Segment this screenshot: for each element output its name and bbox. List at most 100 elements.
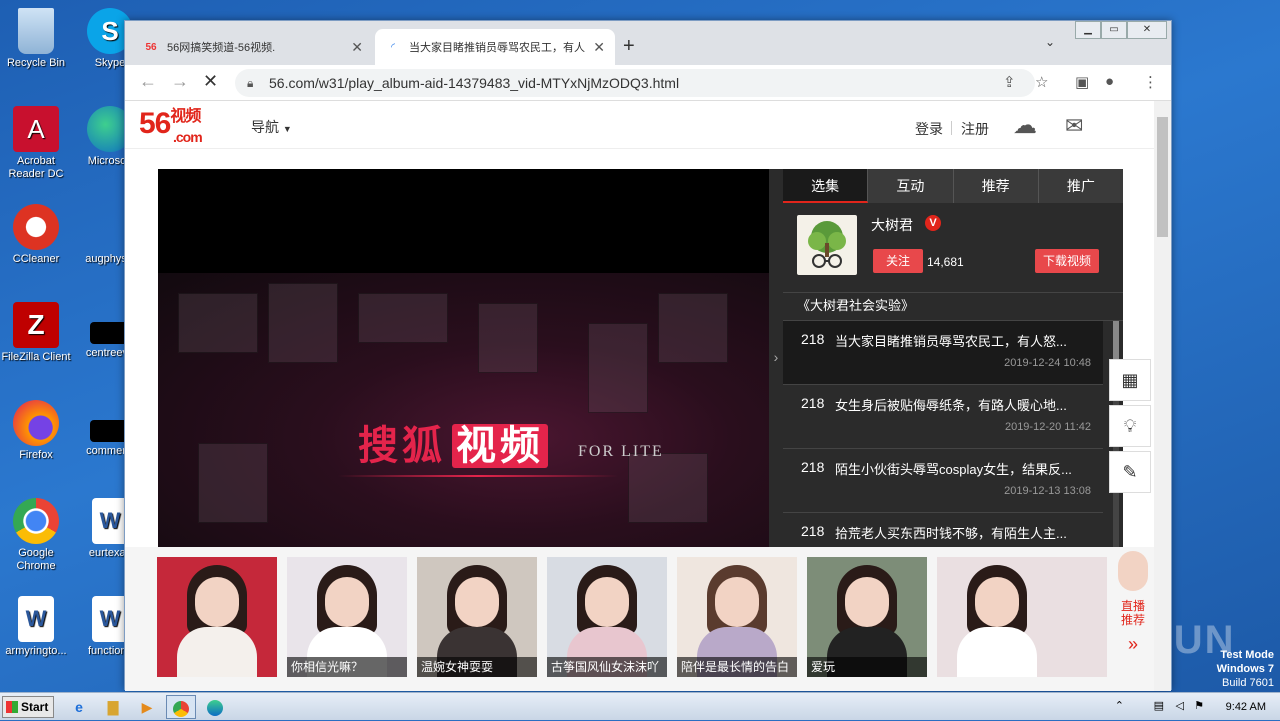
scrollbar-thumb[interactable]	[1157, 117, 1168, 237]
ie-taskbar-icon[interactable]: e	[64, 695, 94, 719]
episode-item[interactable]: 218 陌生小伙街头辱骂cosplay女生，结果反... 2019-12-13 …	[783, 449, 1103, 513]
feedback-idea-button[interactable]: 💡︎	[1109, 405, 1151, 447]
network-icon[interactable]: ▤	[1154, 699, 1164, 712]
tab-search-chevron-icon[interactable]: ⌄	[1045, 35, 1055, 49]
chrome-taskbar-icon[interactable]	[166, 695, 196, 719]
player-frame: 搜狐 视频 FOR LITE	[158, 273, 769, 547]
back-button[interactable]: ←	[139, 71, 157, 92]
episode-item[interactable]: 218 拾荒老人买东西时钱不够，有陌生人主...	[783, 513, 1103, 547]
more-arrow-icon: »	[1127, 634, 1138, 654]
56-favicon-icon: 56	[145, 41, 157, 53]
address-bar[interactable]: 🔒︎ 56.com/w31/play_album-aid-14379483_vi…	[235, 69, 1035, 97]
poster-tile	[658, 293, 728, 363]
close-tab-icon[interactable]: ✕	[593, 39, 605, 56]
profile-icon[interactable]: ●	[1105, 73, 1114, 90]
page-content: 56视频 .com 导航 ▼ 登录 注册 ☁ ✉ 搜狐视频 FOR LITE	[125, 101, 1155, 691]
avatar[interactable]	[797, 215, 857, 275]
tab-56-funny[interactable]: 56 56网搞笑频道-56视频. ✕	[133, 29, 373, 65]
logo-com-text: .com	[173, 129, 203, 145]
thumbnail-card[interactable]	[937, 557, 1107, 677]
desktop-icon-firefox[interactable]: Firefox	[0, 400, 72, 462]
thumbnail-card[interactable]: 温婉女神耍耍	[417, 557, 537, 677]
site-logo[interactable]: 56视频 .com	[139, 107, 203, 145]
download-video-button[interactable]: 下载视频	[1035, 249, 1099, 273]
tab-interact[interactable]: 互动	[868, 169, 954, 203]
chevron-right-icon: ›	[773, 349, 779, 365]
collapse-panel-button[interactable]: ›	[769, 169, 783, 547]
tab-episodes[interactable]: 选集	[783, 169, 869, 203]
register-link[interactable]: 注册	[961, 119, 989, 139]
upload-cloud-icon[interactable]: ☁	[1013, 111, 1037, 140]
episode-panel: 选集 互动 推荐 推广 大树君 V 关注 14,681 下载视频 《大树君社会实…	[783, 169, 1123, 547]
thumbnail-card[interactable]: 古筝国风仙女沫沫吖	[547, 557, 667, 677]
test-mode-notice: Test Mode Windows 7 Build 7601	[1216, 649, 1274, 689]
desktop-icon-recycle-bin[interactable]: Recycle Bin	[0, 8, 72, 70]
thumbnail-card[interactable]: 陪伴是最长情的告白	[677, 557, 797, 677]
menu-icon[interactable]: ⋮	[1143, 73, 1158, 91]
poster-tile	[268, 283, 338, 363]
nav-dropdown[interactable]: 导航 ▼	[251, 117, 292, 137]
start-button[interactable]: Start	[2, 696, 54, 718]
tab-current-video[interactable]: ◜ 当大家目睹推销员辱骂农民工，有人 ✕	[375, 29, 615, 65]
tree-glasses-logo	[808, 221, 846, 268]
verified-badge-icon: V	[925, 215, 941, 231]
maximize-button[interactable]: ▭	[1101, 21, 1127, 39]
thumbnail-card[interactable]: 你相信光嘛？	[287, 557, 407, 677]
edit-report-button[interactable]: ✎	[1109, 451, 1151, 493]
login-link[interactable]: 登录	[915, 119, 943, 139]
stop-loading-button[interactable]: ✕	[203, 71, 218, 92]
video-player[interactable]: 搜狐 视频 FOR LITE	[158, 169, 769, 547]
thumbnail-card[interactable]	[157, 557, 277, 677]
tab-recommend[interactable]: 推荐	[954, 169, 1039, 203]
minimize-button[interactable]: ▁	[1075, 21, 1101, 39]
close-tab-icon[interactable]: ✕	[351, 39, 363, 56]
brand-underline	[338, 475, 618, 477]
edge-taskbar-icon[interactable]	[200, 695, 230, 719]
windows-flag-icon	[6, 701, 18, 713]
explorer-taskbar-icon[interactable]: ▇	[98, 695, 128, 719]
qr-code-icon: ▦	[1121, 370, 1139, 390]
episode-item[interactable]: 218 女生身后被贴侮辱纸条，有路人暖心地... 2019-12-20 11:4…	[783, 385, 1103, 449]
thumbnail-card[interactable]: 爱玩	[807, 557, 927, 677]
album-title[interactable]: 《大树君社会实验》	[783, 293, 1123, 321]
desktop-icon-ccleaner[interactable]: CCleaner	[0, 204, 72, 266]
live-recommend-ad[interactable]: 直播 推荐 »	[1113, 551, 1153, 671]
close-window-button[interactable]: ✕	[1127, 21, 1167, 39]
overlay-text: FOR LITE	[578, 443, 664, 460]
desktop-icon-chrome[interactable]: Google Chrome	[0, 498, 72, 573]
side-panel-icon[interactable]: ▣	[1075, 73, 1089, 91]
filezilla-icon: Z	[13, 302, 59, 348]
tab-title: 当大家目睹推销员辱骂农民工，有人	[409, 42, 585, 54]
page-scrollbar[interactable]	[1154, 101, 1171, 691]
edit-icon: ✎	[1122, 462, 1138, 482]
share-icon[interactable]: ⇪	[1003, 73, 1016, 91]
media-player-taskbar-icon[interactable]: ▶	[132, 695, 162, 719]
qr-code-button[interactable]: ▦	[1109, 359, 1151, 401]
desktop-icon-filezilla[interactable]: Z FileZilla Client	[0, 302, 72, 364]
new-tab-button[interactable]: +	[623, 35, 635, 58]
poster-tile	[588, 323, 648, 413]
firefox-icon	[13, 400, 59, 446]
clock[interactable]: 9:42 AM	[1226, 701, 1266, 713]
volume-icon[interactable]: ◁	[1176, 699, 1184, 712]
bookmark-star-icon[interactable]: ☆	[1035, 73, 1048, 91]
ccleaner-icon	[13, 204, 59, 250]
forward-button[interactable]: →	[171, 71, 189, 92]
poster-tile	[628, 453, 708, 523]
action-center-flag-icon[interactable]: ⚑	[1194, 699, 1204, 712]
mail-icon[interactable]: ✉	[1065, 113, 1083, 139]
desktop-icon-acrobat[interactable]: A Acrobat Reader DC	[0, 106, 72, 181]
follow-button[interactable]: 关注	[873, 249, 923, 273]
tray-expand-icon[interactable]: ⌃	[1115, 699, 1124, 712]
word-icon: W	[18, 596, 54, 642]
creator-name[interactable]: 大树君	[871, 215, 913, 235]
taskbar: Start e ▇ ▶ ⌃ ▤ ◁ ⚑ 9:42 AM	[0, 692, 1280, 720]
lock-icon: 🔒︎	[247, 76, 254, 90]
poster-tile	[478, 303, 538, 373]
tab-promote[interactable]: 推广	[1039, 169, 1123, 203]
desktop-icon-armyringto[interactable]: W armyringto...	[0, 596, 72, 658]
poster-tile	[178, 293, 258, 353]
episode-item[interactable]: 218 当大家目睹推销员辱骂农民工，有人怒... 2019-12-24 10:4…	[783, 321, 1103, 385]
poster-tile	[198, 443, 268, 523]
recycle-bin-icon	[18, 8, 54, 54]
